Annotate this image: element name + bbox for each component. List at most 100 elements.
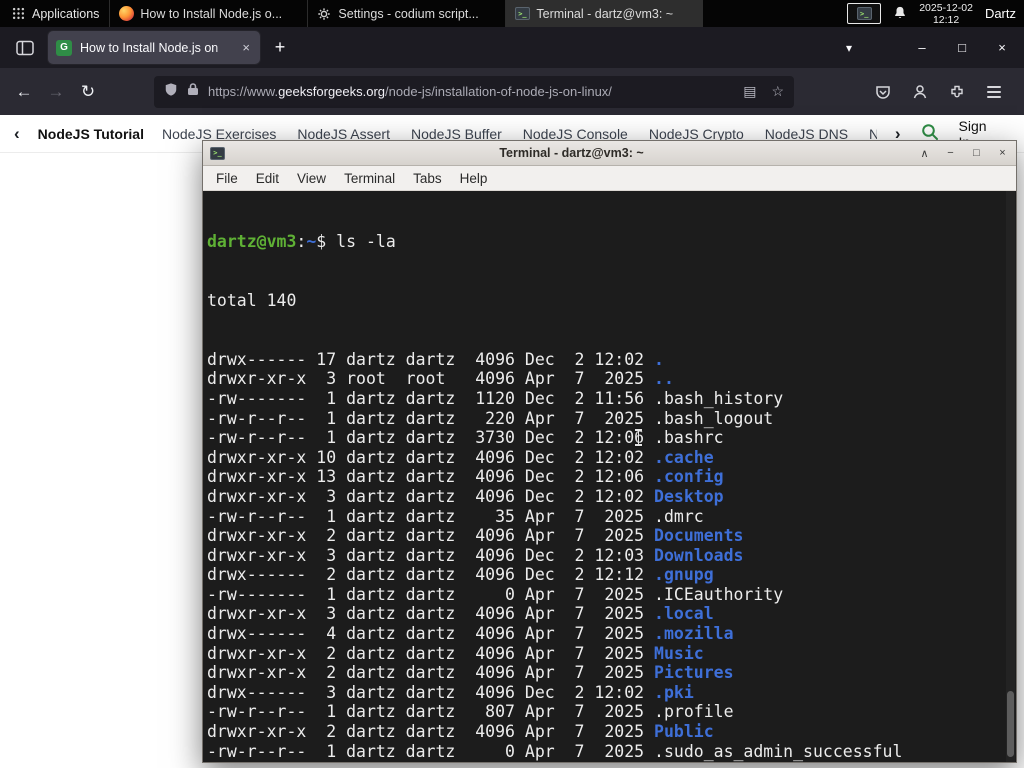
firefox-view-icon[interactable]: [10, 33, 40, 63]
lock-icon[interactable]: [187, 82, 199, 101]
close-button[interactable]: ×: [994, 40, 1010, 55]
url-domain: geeksforgeeks.org: [278, 84, 386, 99]
browser-tab[interactable]: G How to Install Node.js on ×: [48, 31, 260, 64]
prompt-user-host: dartz@vm3: [207, 232, 297, 252]
terminal-scrollbar[interactable]: [1006, 191, 1015, 762]
menu-terminal[interactable]: Terminal: [335, 171, 404, 186]
panel-tray: >_ 2025-12-02 12:12 Dartz: [847, 0, 1024, 27]
url-path: /node-js/installation-of-node-js-on-linu…: [385, 84, 612, 99]
list-all-tabs-icon[interactable]: ▾: [846, 41, 852, 55]
firefox-icon: [118, 6, 134, 22]
prompt-cwd: ~: [306, 232, 317, 252]
menu-file[interactable]: File: [207, 171, 247, 186]
terminal-output-line: drwx------ 2 dartz dartz 4096 Dec 2 12:1…: [207, 565, 714, 585]
terminal-output-line: -rw------- 1 dartz dartz 1120 Dec 2 11:5…: [207, 388, 784, 408]
applications-label: Applications: [32, 6, 100, 21]
top-panel: Applications How to Install Node.js o...…: [0, 0, 1024, 27]
minimize-button[interactable]: −: [944, 147, 957, 159]
terminal-output-line: drwxr-xr-x 2 dartz dartz 4096 Apr 7 2025…: [207, 722, 714, 742]
reload-button[interactable]: ↻: [72, 76, 104, 108]
urlbar-actions: ▤ ☆: [743, 83, 784, 100]
maximize-button[interactable]: □: [970, 147, 983, 159]
notification-bell-icon[interactable]: [893, 5, 907, 23]
terminal-icon: >_: [514, 6, 530, 22]
taskbar-item-title: Settings - codium script...: [338, 6, 479, 21]
forward-button[interactable]: →: [40, 76, 72, 108]
new-tab-button[interactable]: +: [266, 34, 294, 62]
terminal-output-line: drwxr-xr-x 13 dartz dartz 4096 Dec 2 12:…: [207, 467, 724, 487]
terminal-output-line: -rw-r--r-- 1 dartz dartz 220 Apr 7 2025 …: [207, 408, 774, 428]
extensions-icon[interactable]: [945, 80, 969, 104]
minimize-button[interactable]: –: [914, 40, 930, 55]
terminal-output-line: -rw------- 1 dartz dartz 0 Apr 7 2025 .I…: [207, 584, 784, 604]
taskbar-item-browser[interactable]: How to Install Node.js o...: [109, 0, 307, 27]
clock-time: 12:12: [932, 13, 960, 26]
bookmark-star-icon[interactable]: ☆: [771, 83, 784, 100]
back-button[interactable]: ←: [8, 76, 40, 108]
applications-icon: [10, 6, 26, 22]
terminal-output-line: drwx------ 17 dartz dartz 4096 Dec 2 12:…: [207, 349, 664, 369]
terminal-icon: >_: [210, 146, 225, 160]
terminal-output-line: drwxr-xr-x 3 dartz dartz 4096 Dec 2 12:0…: [207, 545, 744, 565]
terminal-prompt-line: dartz@vm3:~$ ls -la: [207, 232, 1016, 252]
address-bar[interactable]: https://www.geeksforgeeks.org/node-js/in…: [154, 75, 794, 108]
gear-icon: [316, 6, 332, 22]
prompt-command: $ ls -la: [316, 232, 396, 252]
menu-edit[interactable]: Edit: [247, 171, 288, 186]
browser-toolbar: ← → ↻ https://www.geeksforgeeks.org/node…: [0, 68, 1024, 115]
terminal-output-line: -rw-r--r-- 1 dartz dartz 3730 Dec 2 12:0…: [207, 428, 724, 448]
mouse-cursor-ibeam: [634, 429, 643, 446]
terminal-output-line: -rw-r--r-- 1 dartz dartz 807 Apr 7 2025 …: [207, 702, 734, 722]
nav-prev-icon[interactable]: ‹: [14, 125, 20, 142]
terminal-output-line: drwxr-xr-x 3 dartz dartz 4096 Apr 7 2025…: [207, 604, 714, 624]
menu-tabs[interactable]: Tabs: [404, 171, 451, 186]
terminal-output-line: drwxr-xr-x 2 dartz dartz 4096 Apr 7 2025…: [207, 643, 704, 663]
terminal-output-line: drwxr-xr-x 2 dartz dartz 4096 Apr 7 2025…: [207, 526, 744, 546]
account-icon[interactable]: [908, 80, 932, 104]
terminal-screen[interactable]: dartz@vm3:~$ ls -la total 140 drwx------…: [203, 191, 1016, 762]
desktop: Applications How to Install Node.js o...…: [0, 0, 1024, 768]
taskbar-item-title: Terminal - dartz@vm3: ~: [536, 6, 674, 21]
terminal-window-controls: ∧ − □ ×: [918, 147, 1009, 160]
shield-icon[interactable]: [164, 82, 178, 102]
prompt-colon: :: [296, 232, 307, 252]
terminal-output-line: drwx------ 3 dartz dartz 4096 Dec 2 12:0…: [207, 682, 694, 702]
pocket-icon[interactable]: [871, 80, 895, 104]
terminal-output-line: drwxr-xr-x 3 dartz dartz 4096 Dec 2 12:0…: [207, 486, 724, 506]
terminal-menubar: File Edit View Terminal Tabs Help: [203, 166, 1016, 191]
gfg-favicon: G: [56, 39, 72, 56]
taskbar-item-title: How to Install Node.js o...: [140, 6, 283, 21]
tab-close-icon[interactable]: ×: [240, 40, 252, 55]
shade-button[interactable]: ∧: [918, 147, 931, 160]
gfg-nav-active-link[interactable]: NodeJS Tutorial: [38, 126, 144, 142]
panel-clock[interactable]: 2025-12-02 12:12: [919, 2, 973, 26]
terminal-window: >_ Terminal - dartz@vm3: ~ ∧ − □ × File …: [202, 140, 1017, 763]
terminal-output-line: drwxr-xr-x 2 dartz dartz 4096 Apr 7 2025…: [207, 663, 734, 683]
terminal-output-line: drwxr-xr-x 10 dartz dartz 4096 Dec 2 12:…: [207, 447, 714, 467]
maximize-button[interactable]: □: [954, 40, 970, 55]
toolbar-right-icons: [871, 80, 1016, 104]
terminal-window-title: Terminal - dartz@vm3: ~: [499, 146, 644, 160]
terminal-output-line: drwx------ 4 dartz dartz 4096 Apr 7 2025…: [207, 624, 734, 644]
scrollbar-thumb[interactable]: [1007, 691, 1014, 757]
reader-mode-icon[interactable]: ▤: [743, 83, 756, 100]
menu-view[interactable]: View: [288, 171, 335, 186]
taskbar-item-terminal[interactable]: >_ Terminal - dartz@vm3: ~: [505, 0, 704, 27]
terminal-listing: drwx------ 17 dartz dartz 4096 Dec 2 12:…: [207, 350, 1016, 762]
url-text[interactable]: https://www.geeksforgeeks.org/node-js/in…: [208, 84, 612, 99]
terminal-icon: >_: [856, 7, 872, 20]
window-task-list: How to Install Node.js o... Settings - c…: [109, 0, 704, 27]
terminal-output-line: drwxr-xr-x 3 root root 4096 Apr 7 2025 .…: [207, 369, 674, 389]
terminal-output-line: -rw-r--r-- 1 dartz dartz 0 Apr 7 2025 .s…: [207, 741, 903, 761]
terminal-titlebar[interactable]: >_ Terminal - dartz@vm3: ~ ∧ − □ ×: [203, 141, 1016, 166]
terminal-output-line: -rw------- 1 dartz dartz 12288 Apr 7 202…: [207, 761, 1016, 762]
applications-menu-button[interactable]: Applications: [0, 0, 109, 27]
url-scheme: https://www.: [208, 84, 279, 99]
menu-hamburger-icon[interactable]: [982, 80, 1006, 104]
tray-terminal-icon[interactable]: >_: [847, 3, 882, 24]
close-button[interactable]: ×: [996, 147, 1009, 159]
taskbar-item-settings[interactable]: Settings - codium script...: [307, 0, 505, 27]
clock-date: 2025-12-02: [919, 1, 973, 14]
menu-help[interactable]: Help: [451, 171, 497, 186]
logged-in-user-label: Dartz: [984, 6, 1016, 21]
